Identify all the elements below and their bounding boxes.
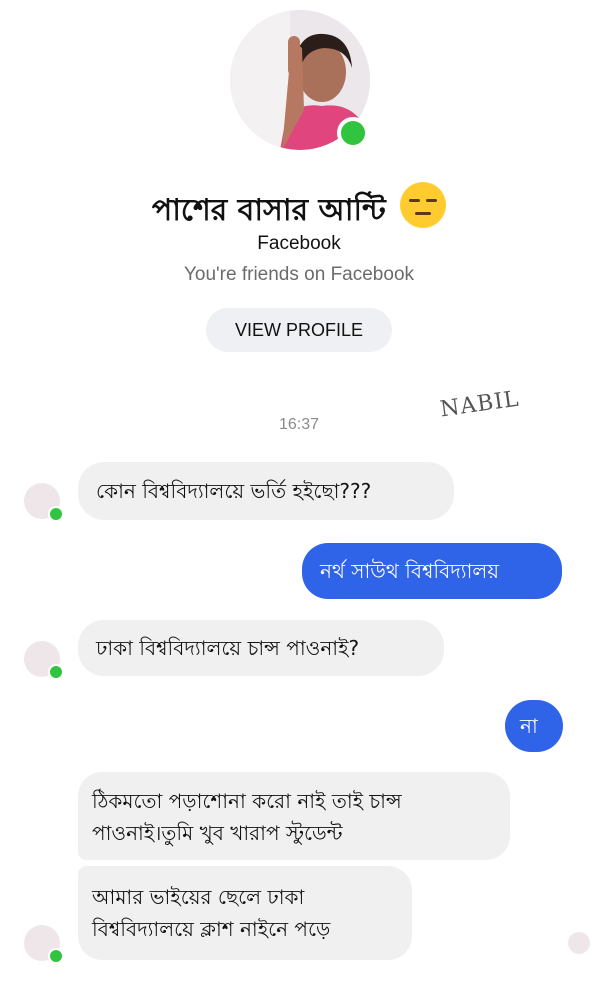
message-line: ঠিকমতো পড়াশোনা করো নাই তাই চান্স bbox=[92, 789, 402, 813]
friends-note: You're friends on Facebook bbox=[183, 264, 415, 285]
contact-name-text: পাশের বাসার আন্টি bbox=[151, 193, 386, 228]
contact-avatar[interactable] bbox=[24, 641, 64, 680]
outgoing-message[interactable]: নর্থ সাউথ বিশ্ববিদ্যালয় bbox=[302, 543, 562, 599]
online-status-indicator bbox=[337, 117, 369, 149]
incoming-message[interactable]: ঢাকা বিশ্ববিদ্যালয়ে চান্স পাওনাই? bbox=[78, 620, 444, 676]
online-dot bbox=[48, 664, 64, 680]
view-profile-button[interactable]: VIEW PROFILE bbox=[206, 308, 392, 352]
seen-receipt-avatar bbox=[568, 932, 590, 954]
incoming-message-multiline[interactable]: ঠিকমতো পড়াশোনা করো নাই তাই চান্স পাওনাই… bbox=[78, 772, 510, 860]
incoming-message[interactable]: কোন বিশ্ববিদ্যালয়ে ভর্তি হইছো??? bbox=[78, 462, 454, 520]
online-dot bbox=[48, 506, 64, 522]
contact-name-heading: পাশের বাসার আন্টি bbox=[0, 182, 598, 237]
message-timestamp: 16:37 bbox=[278, 416, 320, 433]
contact-avatar[interactable] bbox=[24, 483, 64, 522]
message-line: বিশ্ববিদ্যালয়ে ক্লাশ নাইনে পড়ে bbox=[92, 917, 331, 941]
platform-label: Facebook bbox=[257, 233, 341, 254]
message-line: পাওনাই।তুমি খুব খারাপ স্টুডেন্ট bbox=[92, 821, 343, 845]
incoming-message-multiline[interactable]: আমার ভাইয়ের ছেলে ঢাকা বিশ্ববিদ্যালয়ে ক… bbox=[78, 866, 412, 960]
message-line: আমার ভাইয়ের ছেলে ঢাকা bbox=[92, 885, 305, 909]
outgoing-message[interactable]: না bbox=[505, 700, 563, 752]
expressionless-face-emoji-icon bbox=[400, 182, 447, 228]
contact-avatar[interactable] bbox=[24, 925, 64, 964]
online-dot bbox=[48, 948, 64, 964]
